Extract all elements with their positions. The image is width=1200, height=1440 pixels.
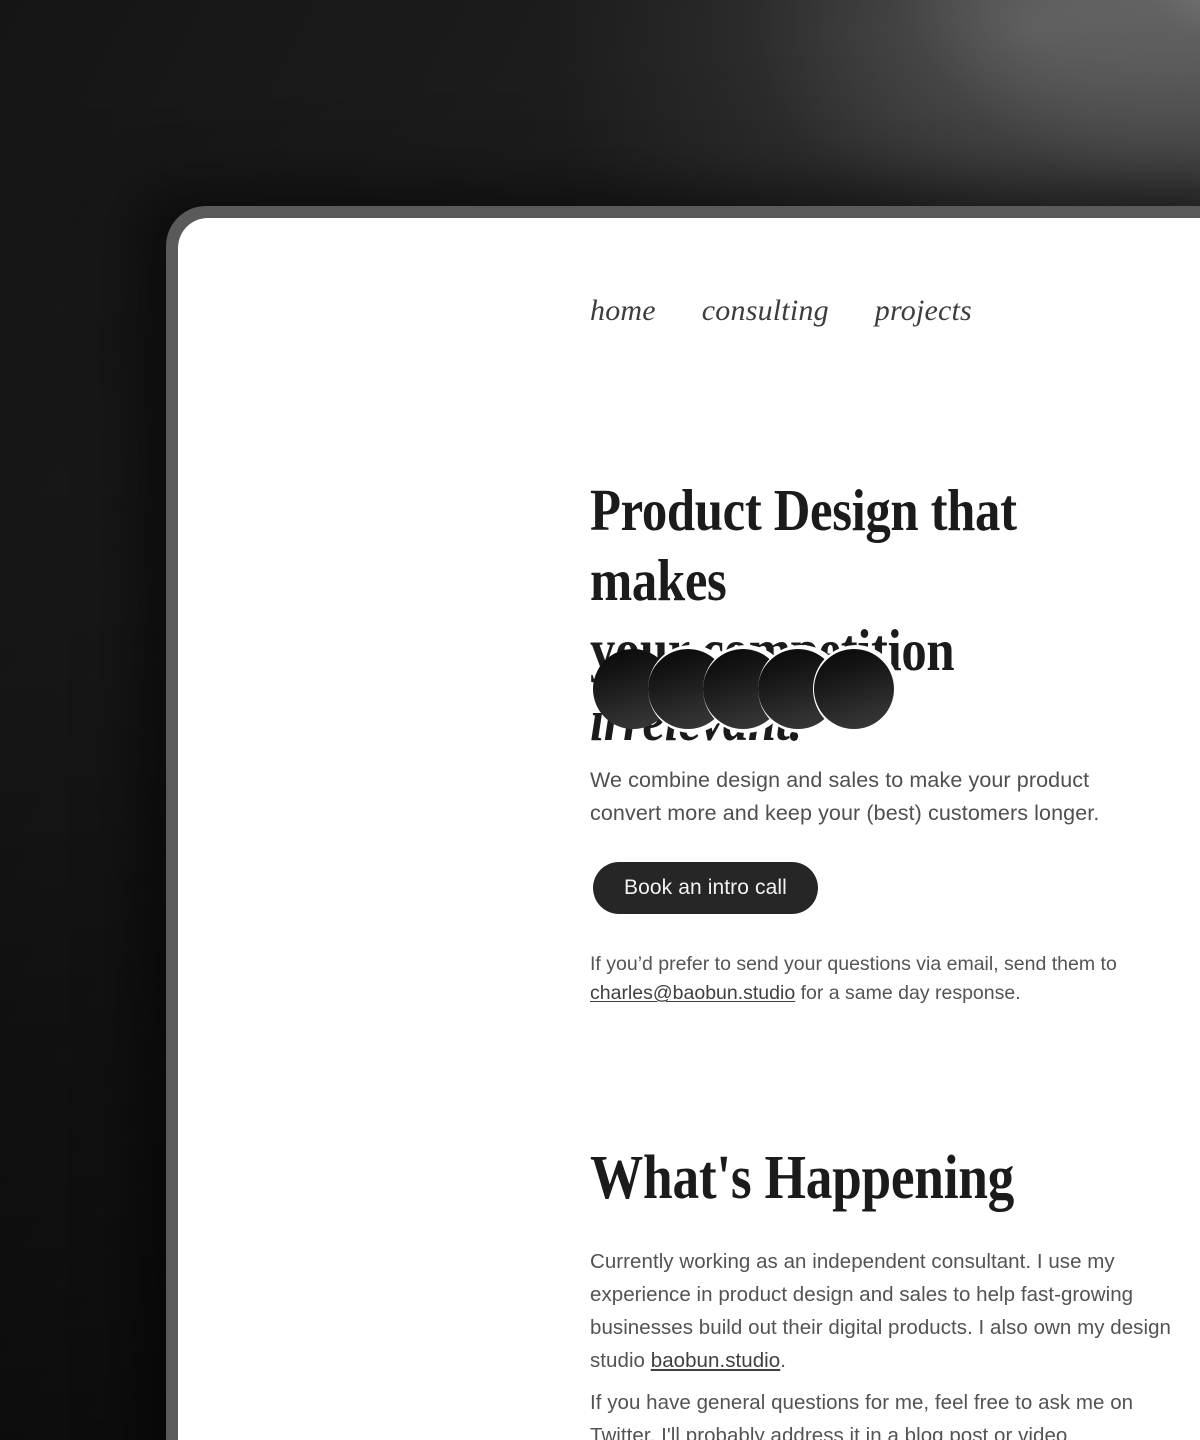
nav-item-consulting[interactable]: consulting — [702, 294, 829, 328]
happening-paragraph-1: Currently working as an independent cons… — [590, 1245, 1182, 1377]
email-note-suffix: for a same day response. — [795, 982, 1021, 1004]
nav-item-projects[interactable]: projects — [875, 294, 972, 328]
browser-viewport: home consulting projects Product Design … — [178, 218, 1200, 1440]
hero-lead-paragraph: We combine design and sales to make your… — [590, 768, 1100, 825]
hero-headline-line-1: Product Design that makes — [590, 477, 1017, 613]
book-intro-call-button[interactable]: Book an intro call — [593, 862, 818, 914]
email-link[interactable]: charles@baobun.studio — [590, 982, 795, 1004]
happening-paragraph-2: If you have general questions for me, fe… — [590, 1391, 1134, 1440]
primary-navigation[interactable]: home consulting projects — [590, 294, 972, 328]
happening-paragraph-1-suffix: . — [780, 1349, 786, 1372]
hero-email-note: If you’d prefer to send your questions v… — [590, 950, 1170, 1008]
orb-5 — [814, 649, 894, 729]
browser-window-frame: home consulting projects Product Design … — [166, 206, 1200, 1440]
orb-decoration — [593, 645, 903, 733]
nav-item-home[interactable]: home — [590, 294, 656, 328]
section-heading-whats-happening: What's Happening — [590, 1144, 1015, 1212]
email-note-prefix: If you’d prefer to send your questions v… — [590, 953, 1117, 975]
baobun-studio-link[interactable]: baobun.studio — [651, 1349, 780, 1372]
website-page: home consulting projects Product Design … — [178, 218, 1200, 1440]
